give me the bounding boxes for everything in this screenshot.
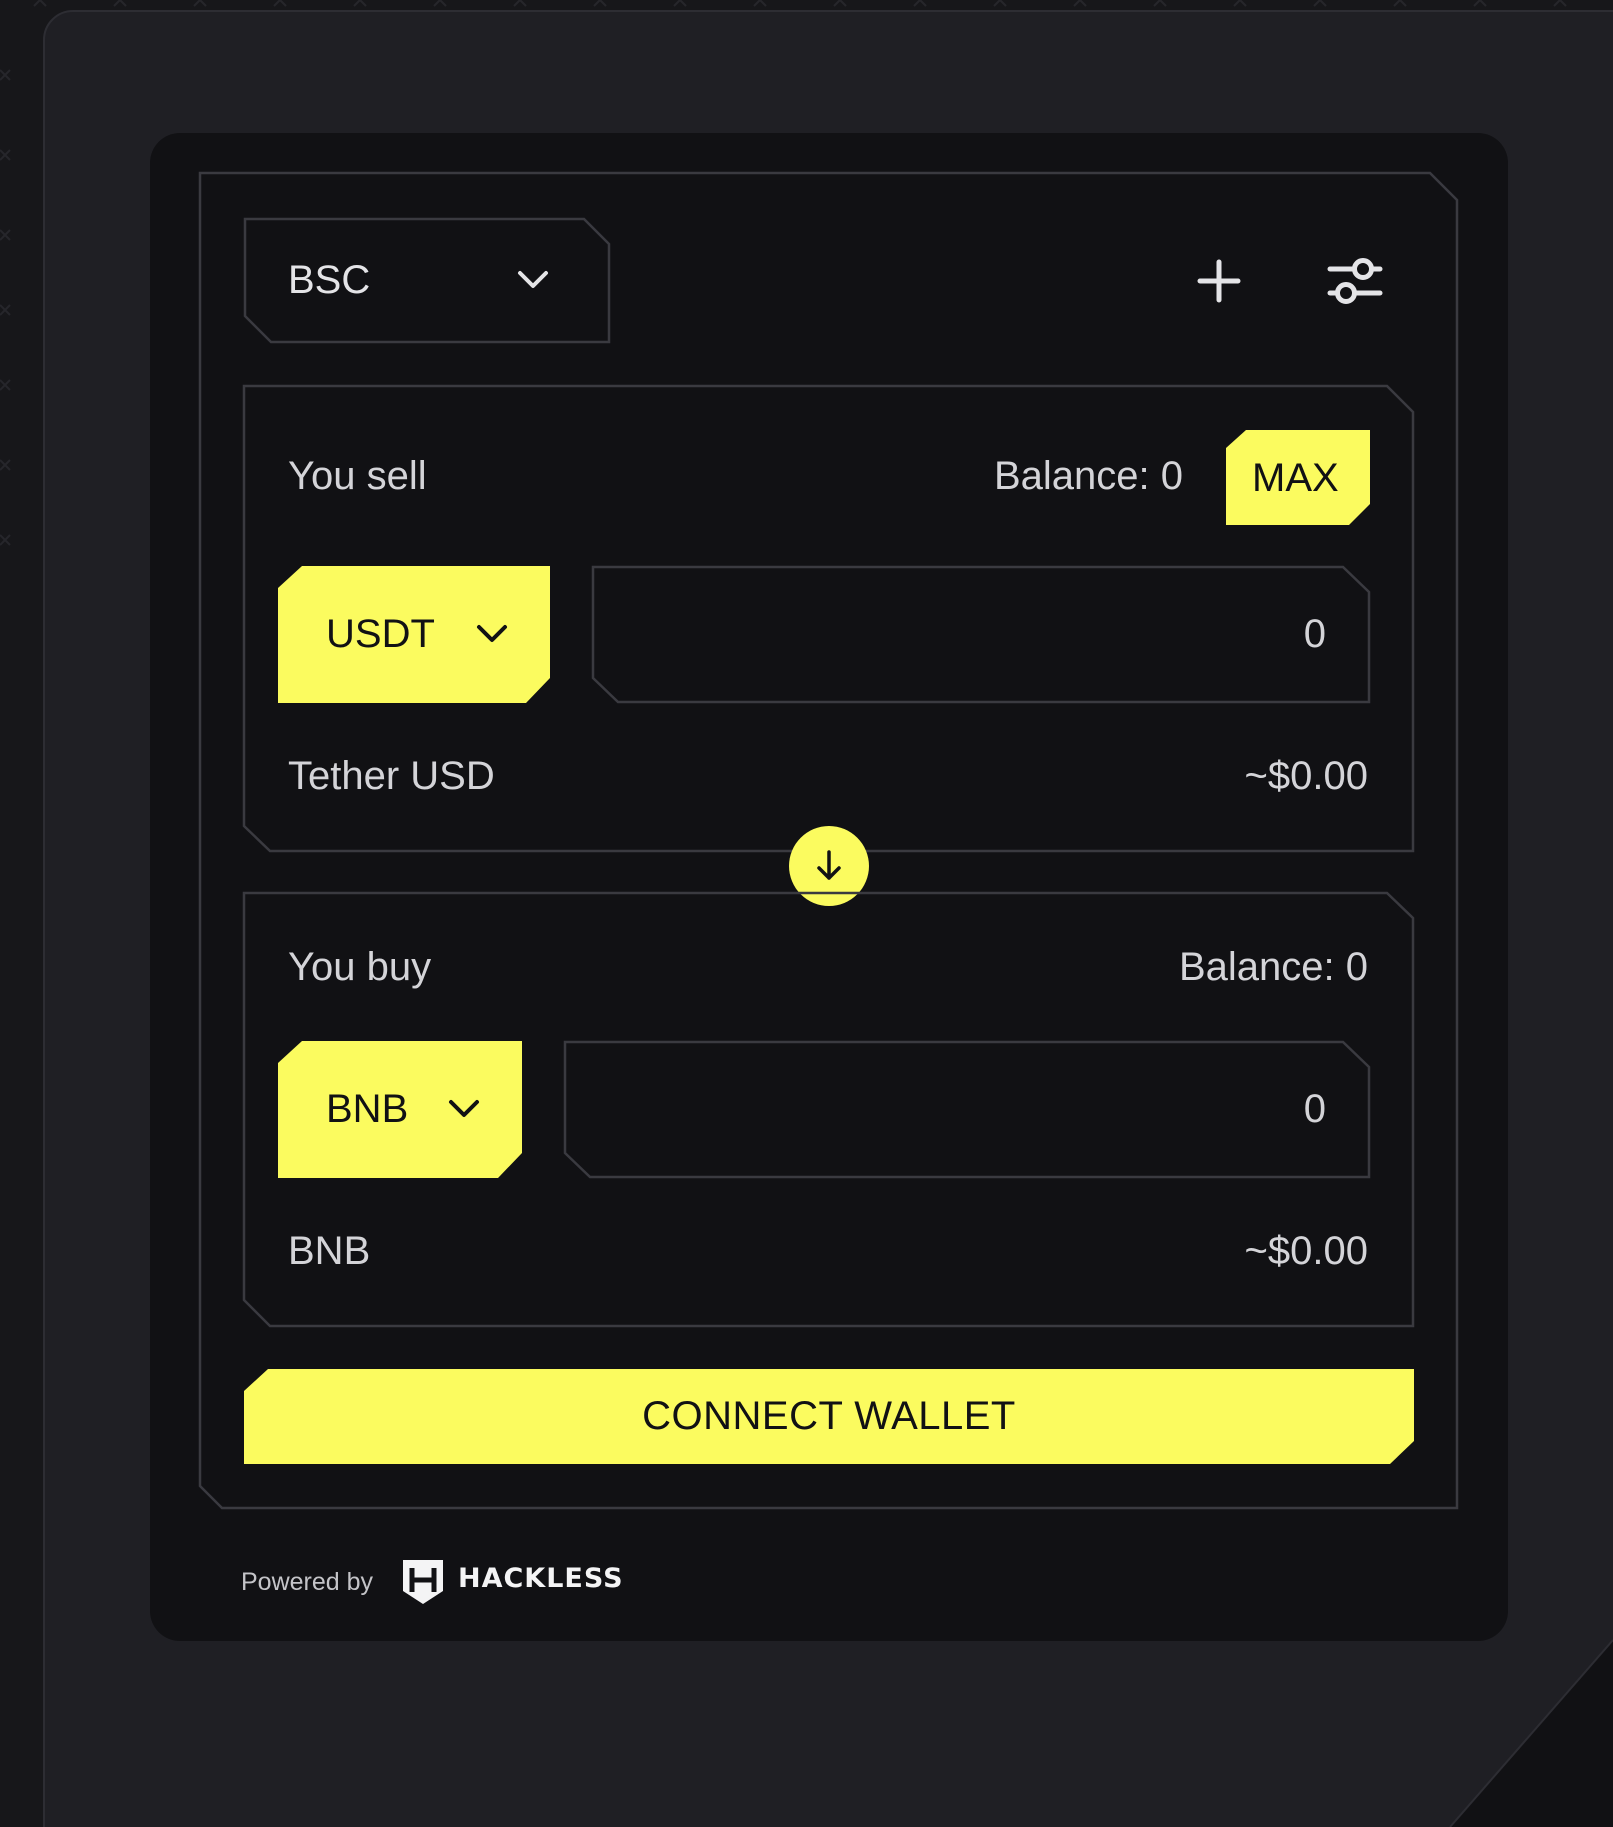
buy-token-symbol: BNB <box>326 1087 409 1131</box>
powered-by-text: Powered by <box>241 1568 374 1596</box>
buy-token-name: BNB <box>288 1229 371 1273</box>
brand-name: HACKLESS <box>458 1563 624 1594</box>
buy-balance: Balance: 0 <box>1178 945 1368 989</box>
buy-amount-value: 0 <box>1303 1087 1326 1131</box>
chevron-down-icon <box>449 1100 479 1117</box>
buy-amount-border <box>563 1040 1371 1179</box>
buy-label: You buy <box>288 945 432 989</box>
buy-token-select[interactable]: BNB <box>278 1041 522 1178</box>
buy-usd-value: ~$0.00 <box>1244 1229 1368 1273</box>
page: BSC You sell Balance: 0 MAX USDT 0 Tethe… <box>0 0 1613 1827</box>
buy-amount-input[interactable]: 0 <box>563 1040 1371 1179</box>
connect-wallet-button[interactable]: CONNECT WALLET <box>244 1369 1414 1464</box>
connect-wallet-label: CONNECT WALLET <box>642 1394 1016 1438</box>
hackless-logo-icon <box>403 1560 443 1604</box>
